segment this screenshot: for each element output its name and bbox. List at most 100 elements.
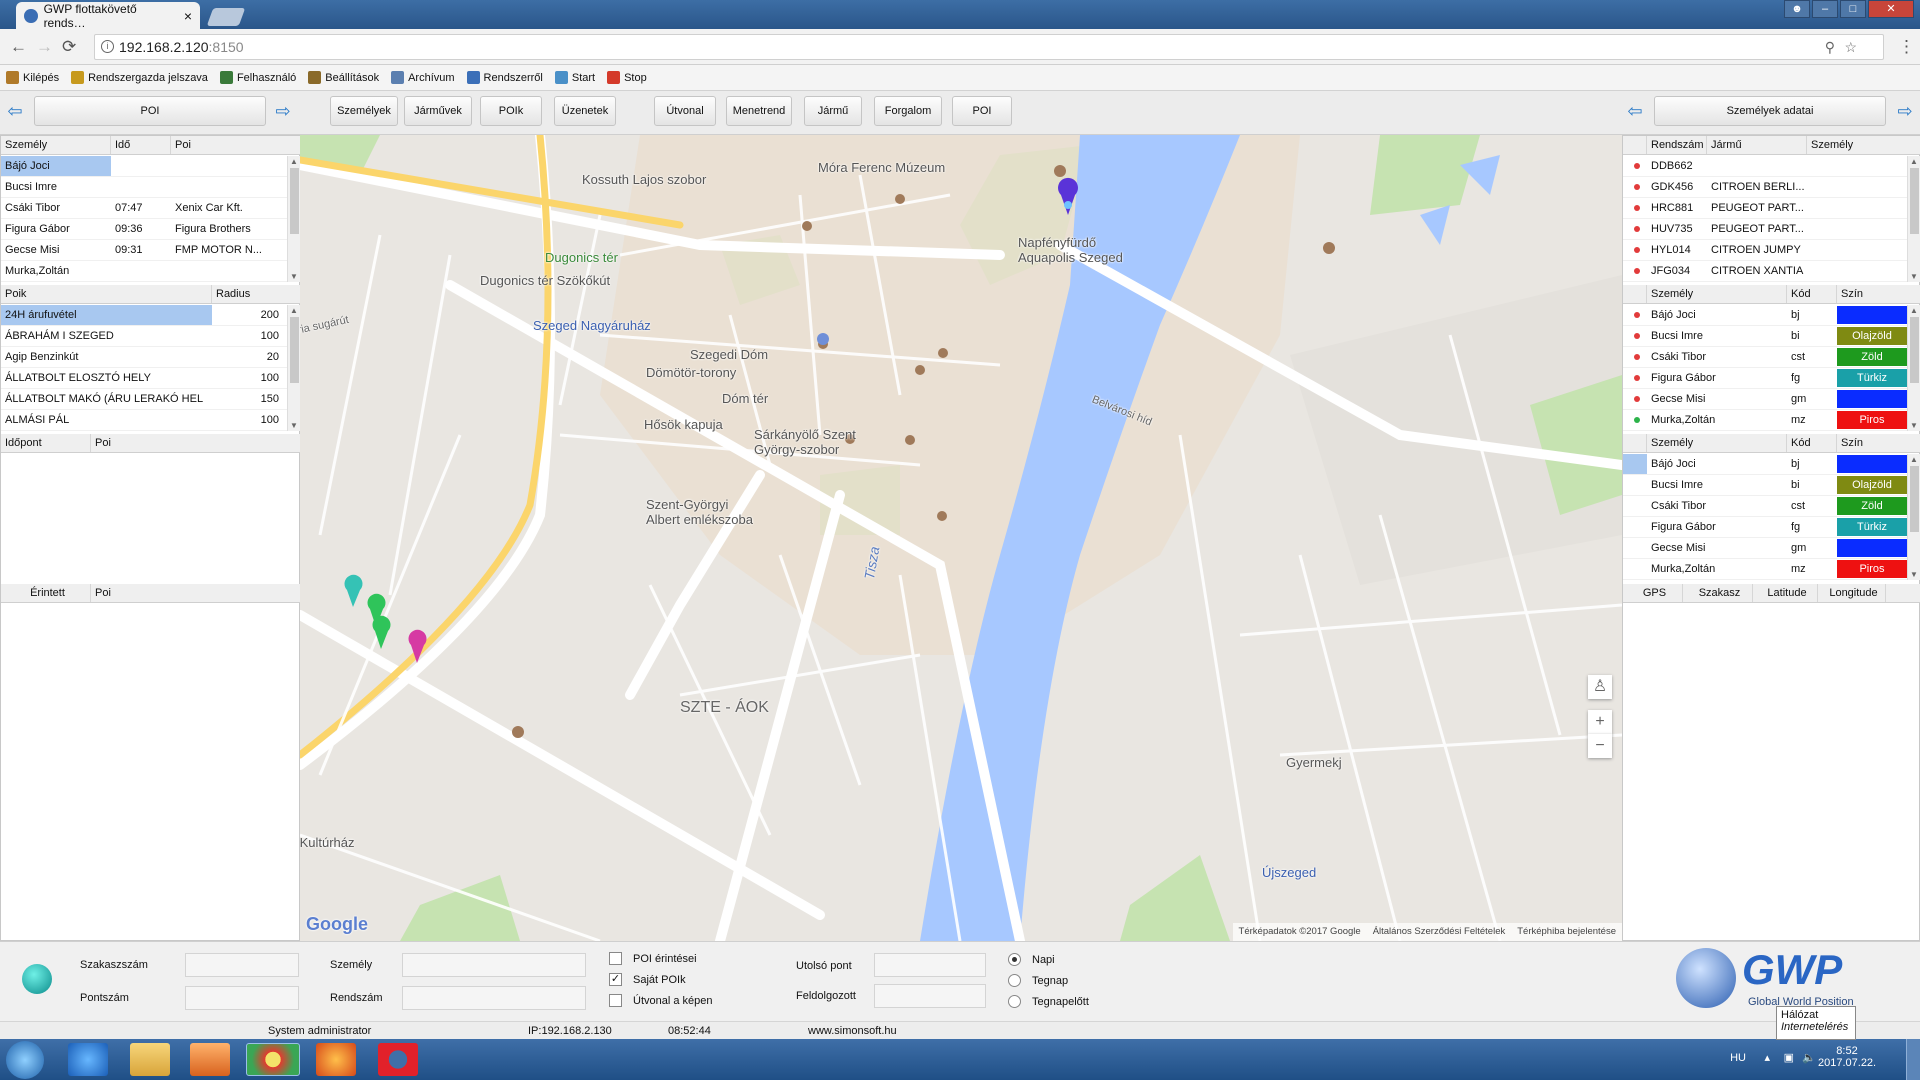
route-checkbox[interactable] (609, 994, 622, 1007)
chrome-icon[interactable] (246, 1043, 300, 1076)
column-header[interactable]: Poi (91, 584, 301, 602)
table-row[interactable]: ALMÁSI PÁL 100 (1, 410, 287, 431)
file-explorer-icon[interactable] (130, 1043, 170, 1076)
map-label-ujszeged[interactable]: Újszeged (1262, 865, 1316, 880)
column-header[interactable]: Longitude (1818, 584, 1886, 602)
scroll-up-icon[interactable]: ▲ (290, 157, 298, 166)
table-row[interactable]: JFG034 CITROEN XANTIA (1623, 261, 1907, 282)
reload-icon[interactable]: ⟳ (62, 37, 76, 57)
key-icon[interactable]: ⚲ (1825, 35, 1835, 59)
media-player-icon[interactable] (190, 1043, 230, 1076)
show-desktop-button[interactable] (1906, 1039, 1920, 1080)
map-view[interactable]: Móra Ferenc Múzeum Kossuth Lajos szobor Du… (300, 135, 1622, 941)
map-label-dugonics[interactable]: Dugonics tér (545, 250, 618, 265)
column-header[interactable]: Idő (111, 136, 171, 154)
left-panel-title[interactable]: POI (34, 96, 266, 126)
map-label-gyermekj[interactable]: Gyermekj (1286, 755, 1342, 770)
clock[interactable]: 8:52 2017.07.22. (1818, 1045, 1876, 1069)
tab-0[interactable]: Személyek (330, 96, 398, 126)
column-header[interactable]: Poik (1, 285, 212, 303)
back-arrow-icon[interactable]: ← (10, 37, 27, 57)
table-row[interactable]: Gecse Misi gm (1623, 389, 1907, 410)
menu-item-3[interactable]: Beállítások (308, 71, 379, 84)
table-row[interactable]: Gecse Misi 09:31 FMP MOTOR N... (1, 240, 287, 261)
scroll-thumb[interactable] (1910, 168, 1919, 234)
map-label-dom[interactable]: Szegedi Dóm (690, 347, 768, 362)
tab-8[interactable]: POI (952, 96, 1012, 126)
poi-touch-checkbox[interactable] (609, 952, 622, 965)
column-header[interactable]: Kód (1787, 285, 1837, 303)
daily-radio[interactable] (1008, 953, 1021, 966)
show-hidden-icons-icon[interactable]: ▴ (1764, 1051, 1770, 1064)
scroll-down-icon[interactable]: ▼ (1910, 421, 1918, 430)
tab-1[interactable]: Járművek (404, 96, 472, 126)
report-link[interactable]: Térképhiba bejelentése (1517, 926, 1616, 938)
zoom-in-button[interactable]: + (1588, 710, 1612, 734)
column-header[interactable]: Személy (1647, 285, 1787, 303)
table-row[interactable]: HYL014 CITROEN JUMPY (1623, 240, 1907, 261)
table-row[interactable]: ÁLLATBOLT MAKÓ (ÁRU LERAKÓ HEL 150 (1, 389, 287, 410)
right-next-arrow-icon[interactable]: ⇨ (1894, 100, 1916, 122)
map-label-kossuth[interactable]: Kossuth Lajos szobor (582, 172, 706, 187)
table-row[interactable]: Figura Gábor 09:36 Figura Brothers (1, 219, 287, 240)
menu-item-0[interactable]: Kilépés (6, 71, 59, 84)
day-before-radio[interactable] (1008, 995, 1021, 1008)
language-indicator[interactable]: HU (1730, 1052, 1746, 1064)
yesterday-radio[interactable] (1008, 974, 1021, 987)
column-header[interactable]: Szín (1837, 434, 1920, 452)
column-header[interactable]: Személy (1647, 434, 1787, 452)
user-icon[interactable]: ☻ (1784, 0, 1810, 18)
scroll-thumb[interactable] (1910, 317, 1919, 383)
left-next-arrow-icon[interactable]: ⇨ (272, 100, 294, 122)
table-row[interactable]: Csáki Tibor 07:47 Xenix Car Kft. (1, 198, 287, 219)
column-header[interactable]: Rendszám (1647, 136, 1707, 154)
table-row[interactable]: Bucsi Imre bi Olajzöld (1623, 475, 1907, 496)
column-header[interactable]: Kód (1787, 434, 1837, 452)
table-row[interactable]: Bájó Joci bj (1623, 454, 1907, 475)
map-label-sarkanyolo[interactable]: Sárkányölő Szent György-szobor (754, 427, 856, 457)
tab-3[interactable]: Üzenetek (554, 96, 616, 126)
column-header[interactable]: Radius (212, 285, 301, 303)
column-header[interactable]: Személy (1807, 136, 1920, 154)
scroll-up-icon[interactable]: ▲ (290, 306, 298, 315)
scroll-thumb[interactable] (290, 168, 299, 234)
map-label-szte[interactable]: SZTE - ÁOK (680, 699, 769, 717)
column-header[interactable]: Érintett (1, 584, 91, 602)
column-header[interactable]: Időpont (1, 434, 91, 452)
right-prev-arrow-icon[interactable]: ⇦ (1624, 100, 1646, 122)
column-header[interactable]: Poi (91, 434, 301, 452)
table-row[interactable]: Bucsi Imre (1, 177, 287, 198)
segment-field[interactable] (185, 953, 299, 977)
scrollbar[interactable]: ▲ ▼ (287, 305, 301, 431)
terms-link[interactable]: Általános Szerződési Feltételek (1373, 926, 1506, 938)
right-panel-title[interactable]: Személyek adatai (1654, 96, 1886, 126)
point-field[interactable] (185, 986, 299, 1010)
table-row[interactable]: Murka,Zoltán mz Piros (1623, 559, 1907, 580)
map-label-nagyaruhaz[interactable]: Szeged Nagyáruház (533, 318, 651, 333)
browser-menu-icon[interactable]: ⋮ (1898, 37, 1915, 57)
table-row[interactable]: Bájó Joci (1, 156, 287, 177)
map-label-domter[interactable]: Dóm tér (722, 391, 768, 406)
column-header[interactable] (1623, 136, 1647, 154)
scrollbar[interactable]: ▲ ▼ (287, 156, 301, 282)
menu-item-6[interactable]: Start (554, 71, 595, 84)
table-row[interactable]: Csáki Tibor cst Zöld (1623, 496, 1907, 517)
menu-item-7[interactable]: Stop (607, 71, 647, 84)
table-row[interactable]: ÁBRAHÁM I SZEGED 100 (1, 326, 287, 347)
maximize-button[interactable]: □ (1840, 0, 1866, 18)
table-row[interactable]: Csáki Tibor cst Zöld (1623, 347, 1907, 368)
menu-item-4[interactable]: Archívum (391, 71, 455, 84)
map-label-domotor[interactable]: Dömötör-torony (646, 365, 736, 380)
table-row[interactable]: ÁLLATBOLT ELOSZTÓ HELY 100 (1, 368, 287, 389)
scroll-down-icon[interactable]: ▼ (1910, 272, 1918, 281)
column-header[interactable]: Személy (1, 136, 111, 154)
menu-item-2[interactable]: Felhasználó (219, 71, 296, 84)
start-button-icon[interactable] (6, 1041, 44, 1079)
forward-arrow-icon[interactable]: → (36, 37, 53, 57)
table-row[interactable]: GDK456 CITROEN BERLI... (1623, 177, 1907, 198)
zoom-out-button[interactable]: − (1588, 734, 1612, 758)
tab-7[interactable]: Forgalom (874, 96, 942, 126)
minimize-button[interactable]: – (1812, 0, 1838, 18)
map-label-also[interactable]: Alsóvárosi Kultúrház (300, 835, 355, 850)
table-row[interactable]: Gecse Misi gm (1623, 538, 1907, 559)
